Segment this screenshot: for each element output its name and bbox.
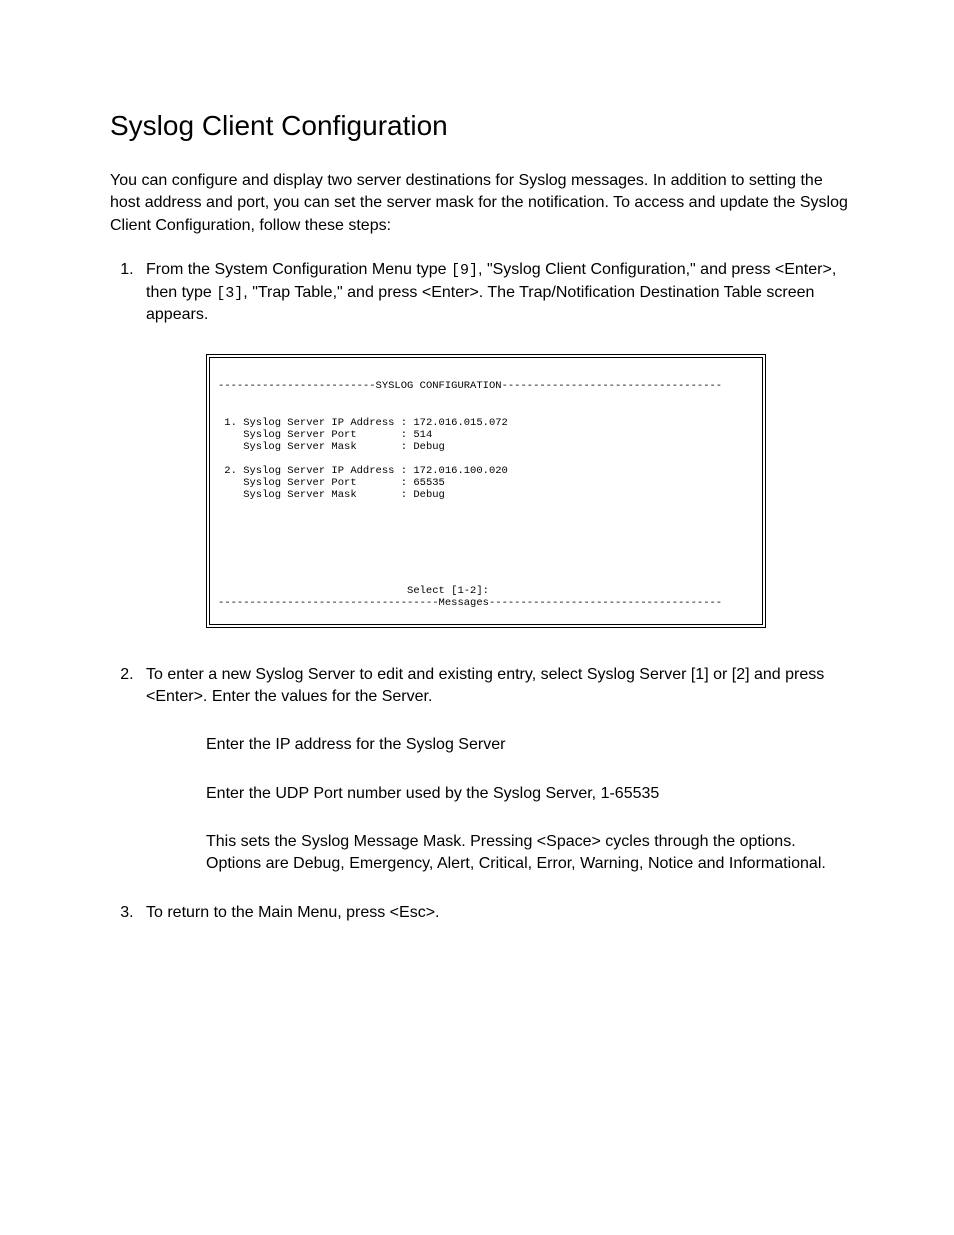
page-title: Syslog Client Configuration: [110, 110, 854, 142]
document-page: Syslog Client Configuration You can conf…: [0, 0, 954, 1235]
step-1-key-9: [9]: [451, 262, 478, 279]
term-header-dash-right: -----------------------------------: [502, 380, 723, 392]
step-1: From the System Configuration Menu type …: [138, 259, 854, 627]
step-2-sub-mask: This sets the Syslog Message Mask. Press…: [206, 831, 854, 876]
term-s2-mask-label: Syslog Server Mask :: [218, 489, 413, 501]
term-select-prompt: Select [1-2]:: [218, 585, 489, 597]
term-header-title: SYSLOG CONFIGURATION: [376, 380, 502, 392]
term-s2-port-value: 65535: [413, 477, 445, 489]
term-s1-mask-value: Debug: [413, 441, 445, 453]
step-2-sub-port: Enter the UDP Port number used by the Sy…: [206, 783, 854, 805]
step-3: To return to the Main Menu, press <Esc>.: [138, 902, 854, 924]
step-2-sub-ip: Enter the IP address for the Syslog Serv…: [206, 734, 854, 756]
intro-paragraph: You can configure and display two server…: [110, 170, 854, 237]
steps-list: From the System Configuration Menu type …: [110, 259, 854, 924]
term-footer-dash-left: -----------------------------------: [218, 597, 439, 609]
term-s1-ip-label: 1. Syslog Server IP Address :: [218, 417, 413, 429]
step-1-text-c: , "Trap Table," and press <Enter>. The T…: [146, 284, 814, 323]
term-s1-port-value: 514: [413, 429, 432, 441]
term-s2-mask-value: Debug: [413, 489, 445, 501]
step-1-text-a: From the System Configuration Menu type: [146, 261, 451, 278]
term-s2-ip-label: 2. Syslog Server IP Address :: [218, 465, 413, 477]
term-s2-port-label: Syslog Server Port :: [218, 477, 413, 489]
term-header-dash-left: -------------------------: [218, 380, 376, 392]
term-s1-mask-label: Syslog Server Mask :: [218, 441, 413, 453]
term-s1-ip-value: 172.016.015.072: [413, 417, 508, 429]
term-footer-dash-right: -------------------------------------: [489, 597, 722, 609]
terminal-screen: -------------------------SYSLOG CONFIGUR…: [206, 354, 766, 627]
term-s1-port-label: Syslog Server Port :: [218, 429, 413, 441]
term-footer-title: Messages: [439, 597, 489, 609]
step-3-text: To return to the Main Menu, press <Esc>.: [146, 904, 439, 921]
term-s2-ip-value: 172.016.100.020: [413, 465, 508, 477]
terminal-container: -------------------------SYSLOG CONFIGUR…: [206, 354, 766, 627]
step-2-sublist: Enter the IP address for the Syslog Serv…: [206, 734, 854, 876]
step-1-key-3: [3]: [216, 285, 243, 302]
step-2-text: To enter a new Syslog Server to edit and…: [146, 666, 824, 705]
step-2: To enter a new Syslog Server to edit and…: [138, 664, 854, 876]
